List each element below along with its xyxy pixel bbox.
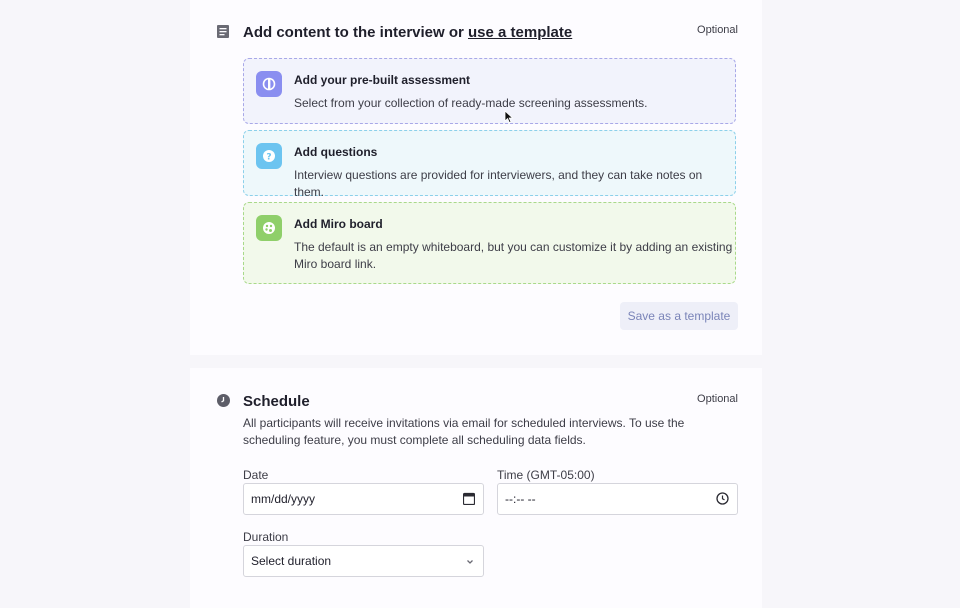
add-assessment-card[interactable]: Add your pre-built assessment Select fro… — [243, 58, 736, 124]
mouse-pointer-icon — [504, 110, 514, 129]
schedule-optional-label: Optional — [697, 393, 738, 405]
questions-title: Add questions — [294, 145, 378, 159]
assessment-title: Add your pre-built assessment — [294, 73, 471, 87]
duration-select[interactable]: Select duration — [243, 545, 484, 577]
schedule-title: Schedule — [243, 393, 310, 410]
question-icon: ? — [256, 143, 282, 169]
duration-label: Duration — [243, 530, 289, 544]
save-as-template-button[interactable]: Save as a template — [620, 302, 738, 330]
time-placeholder: --:-- -- — [505, 492, 536, 506]
use-template-link[interactable]: use a template — [468, 24, 572, 41]
add-questions-card[interactable]: ? Add questions Interview questions are … — [243, 130, 736, 199]
content-section-title: Add content to the interview or use a te… — [243, 24, 572, 41]
time-label: Time (GMT-05:00) — [497, 468, 595, 482]
miro-description: The default is an empty whiteboard, but … — [294, 240, 733, 271]
optional-label: Optional — [697, 24, 738, 36]
palette-icon — [256, 215, 282, 241]
duration-placeholder: Select duration — [251, 554, 332, 568]
svg-text:?: ? — [266, 153, 271, 163]
calendar-icon[interactable] — [462, 492, 476, 508]
assessment-description: Select from your collection of ready-mad… — [294, 96, 648, 110]
miro-title: Add Miro board — [294, 217, 383, 231]
schedule-card: Schedule Optional All participants will … — [190, 368, 762, 608]
time-input[interactable]: --:-- -- — [497, 483, 738, 515]
date-placeholder: mm/dd/yyyy — [251, 492, 316, 506]
add-miro-card[interactable]: Add Miro board The default is an empty w… — [243, 202, 736, 284]
date-label: Date — [243, 468, 269, 482]
assessment-icon — [256, 71, 282, 97]
clock-picker-icon[interactable] — [716, 492, 729, 508]
questions-description: Interview questions are provided for int… — [294, 168, 703, 199]
content-card: Add content to the interview or use a te… — [190, 0, 762, 355]
schedule-description: All participants will receive invitation… — [243, 416, 685, 447]
clock-icon — [217, 394, 230, 412]
document-icon — [217, 25, 229, 43]
content-title-text: Add content to the interview or — [243, 24, 469, 41]
chevron-down-icon — [465, 556, 475, 570]
date-input[interactable]: mm/dd/yyyy — [243, 483, 484, 515]
